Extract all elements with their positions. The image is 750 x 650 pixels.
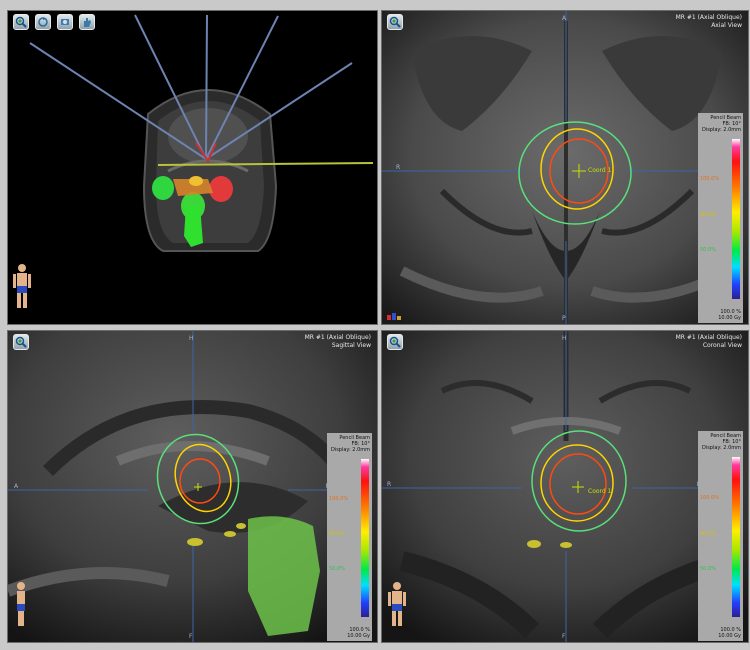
orientation-top: H [189, 335, 194, 342]
dose-display: Display: 2.0mm [701, 127, 741, 133]
axial-view-pane[interactable]: MR #1 (Axial Oblique) Axial View A P R L… [381, 10, 749, 325]
sagittal-toolbar [13, 334, 29, 350]
orientation-top: H [562, 335, 567, 342]
dose-max-label: 10.00 Gy [718, 633, 741, 639]
dose-level-low: 50.0% [700, 247, 716, 253]
zoom-icon[interactable] [13, 14, 29, 30]
dose-color-bar-panel: Pencil Beam FB: 10° Display: 2.0mm 100.0% … [327, 433, 372, 641]
dose-color-bar [361, 459, 369, 617]
dose-level-mid: 90.0% [329, 531, 345, 537]
orientation-left: A [14, 483, 19, 490]
dose-level-high: 100.0% [329, 496, 349, 502]
view-header: MR #1 (Axial Oblique) Axial View [676, 14, 742, 30]
orientation-left: R [387, 481, 392, 488]
dose-color-bar-panel: Pencil Beam FB: 10° Display: 2.0mm 100.0% … [698, 431, 743, 641]
dose-color-bar [732, 457, 740, 617]
sagittal-mri-image [8, 331, 377, 642]
axes-triad-icon [387, 313, 401, 320]
hand-icon[interactable] [79, 14, 95, 30]
3d-rendering [29, 14, 374, 252]
image-set-label: MR #1 (Axial Oblique) [304, 334, 371, 341]
dose-level-low: 50.0% [329, 566, 345, 572]
coronal-view-pane[interactable]: MR #1 (Axial Oblique) Coronal View H F R… [381, 330, 749, 643]
dose-color-bar [732, 139, 740, 299]
coronal-toolbar [387, 334, 403, 350]
3d-toolbar [13, 14, 95, 30]
dose-color-bar-panel: Pencil Beam FB: 10° Display: 2.0mm 100.0% … [698, 113, 743, 323]
gantry-icon[interactable] [57, 14, 73, 30]
3d-view-pane[interactable] [7, 10, 378, 325]
dose-level-high: 100.0% [700, 176, 720, 182]
orientation-left: R [396, 164, 401, 171]
dose-max-label: 10.00 Gy [347, 633, 370, 639]
dose-level-high: 100.0% [700, 495, 720, 501]
view-name: Axial View [711, 22, 742, 29]
zoom-icon[interactable] [387, 14, 403, 30]
axial-mri-image [382, 11, 748, 324]
orientation-bottom: F [189, 633, 193, 640]
patient-orientation-icon [13, 264, 31, 308]
dose-level-low: 50.0% [700, 566, 716, 572]
dose-display: Display: 2.0mm [701, 445, 741, 451]
view-name: Coronal View [702, 342, 742, 349]
zoom-icon[interactable] [13, 334, 29, 350]
view-header: MR #1 (Axial Oblique) Sagittal View [305, 334, 371, 350]
orientation-top: A [562, 15, 567, 22]
sagittal-view-pane[interactable]: MR #1 (Axial Oblique) Sagittal View H F … [7, 330, 378, 643]
orientation-bottom: P [562, 315, 566, 322]
zoom-icon[interactable] [387, 334, 403, 350]
dose-display: Display: 2.0mm [330, 447, 370, 453]
view-name: Sagittal View [331, 342, 371, 349]
image-set-label: MR #1 (Axial Oblique) [675, 334, 742, 341]
target-label: Coord 1 [588, 167, 612, 174]
patient-orientation-icon [17, 582, 25, 626]
axial-toolbar [387, 14, 403, 30]
dose-max-label: 10.00 Gy [718, 315, 741, 321]
dose-level-mid: 90.0% [700, 212, 716, 218]
coronal-mri-image [382, 331, 748, 642]
target-label: Coord 1 [588, 488, 612, 495]
image-set-label: MR #1 (Axial Oblique) [675, 14, 742, 21]
rotate-icon[interactable] [35, 14, 51, 30]
orientation-bottom: F [562, 633, 566, 640]
patient-orientation-icon [388, 582, 406, 626]
view-header: MR #1 (Axial Oblique) Coronal View [676, 334, 742, 350]
dose-level-mid: 90.0% [700, 531, 716, 537]
